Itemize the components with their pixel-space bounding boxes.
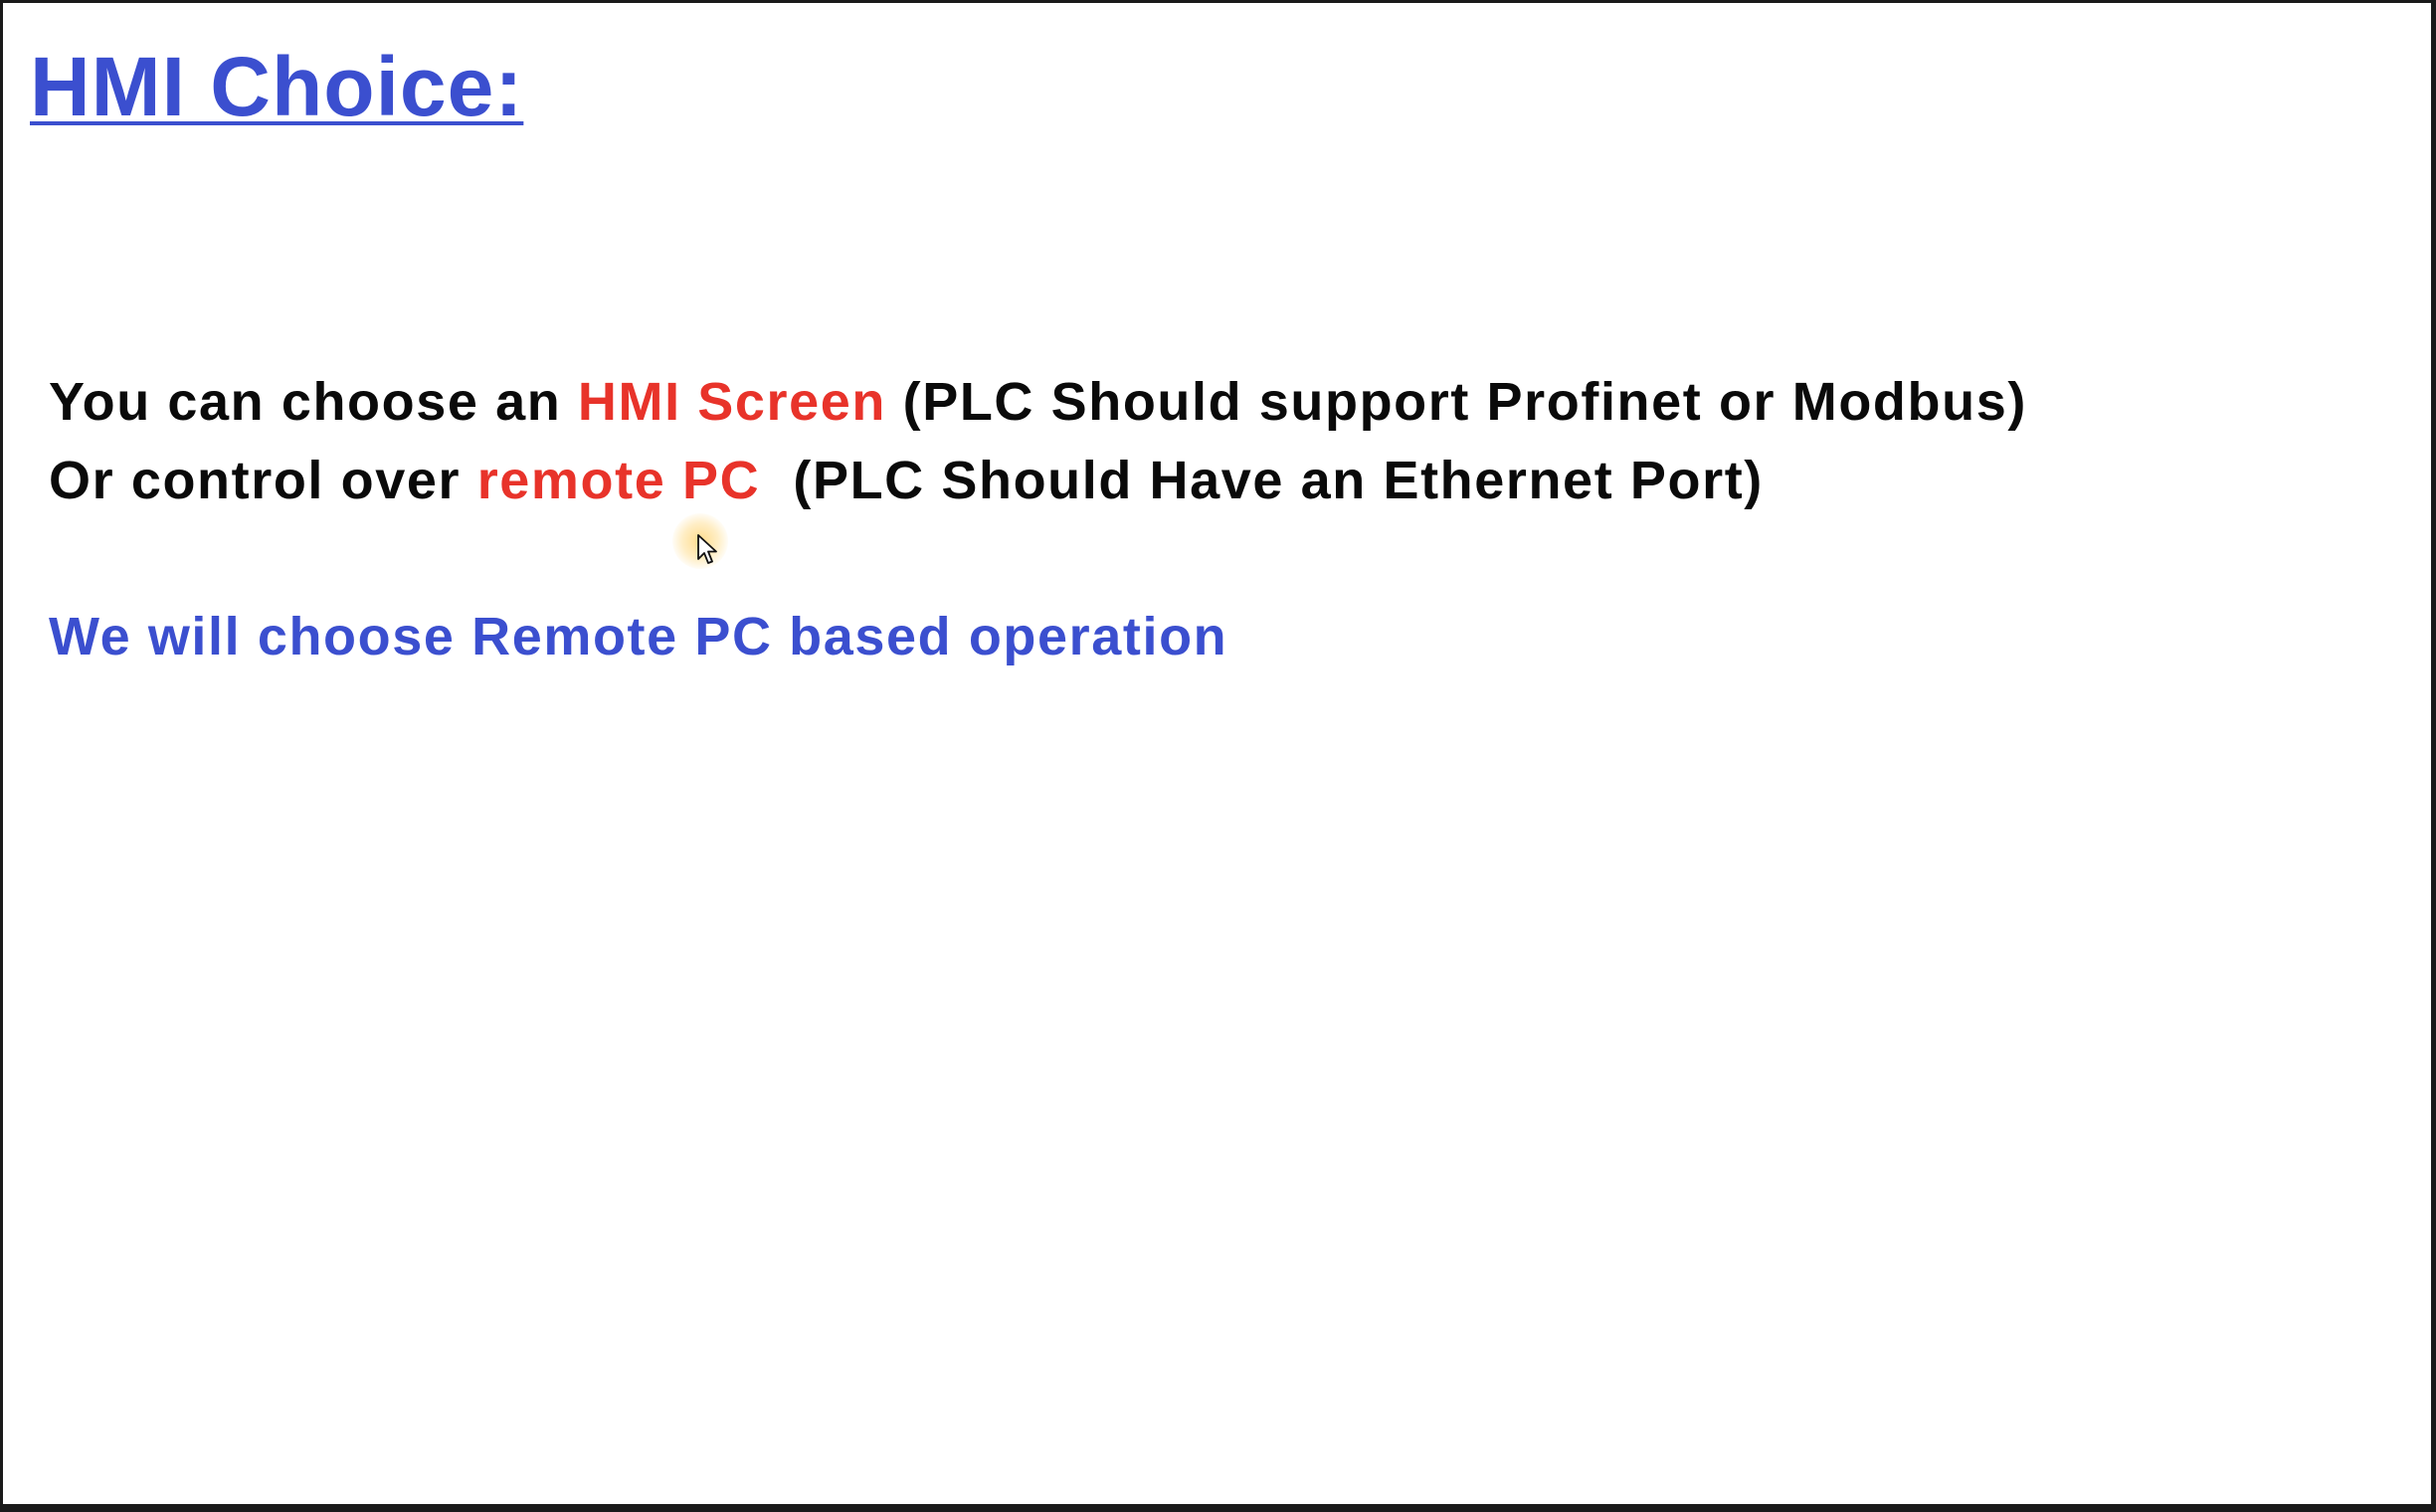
line1-text-after: (PLC Should support Profinet or Modbus)	[886, 372, 2027, 432]
conclusion-text: We will choose Remote PC based operation	[49, 607, 1228, 666]
mouse-pointer-icon	[672, 513, 728, 569]
remote-pc-option-line: Or control over remote PC (PLC Should Ha…	[49, 446, 1764, 515]
hmi-screen-option-line: You can choose an HMI Screen (PLC Should…	[49, 367, 2027, 437]
hmi-screen-highlight: HMI Screen	[577, 372, 887, 432]
line2-text-after: (PLC Should Have an Ethernet Port)	[760, 451, 1764, 510]
mouse-pointer-arrow	[697, 534, 717, 564]
remote-pc-highlight: remote PC	[476, 451, 761, 510]
slide: HMI Choice: You can choose an HMI Screen…	[3, 3, 2431, 1504]
line2-text-before: Or control over	[49, 451, 477, 510]
slide-title: HMI Choice:	[30, 40, 524, 133]
line1-text-before: You can choose an	[49, 372, 578, 432]
